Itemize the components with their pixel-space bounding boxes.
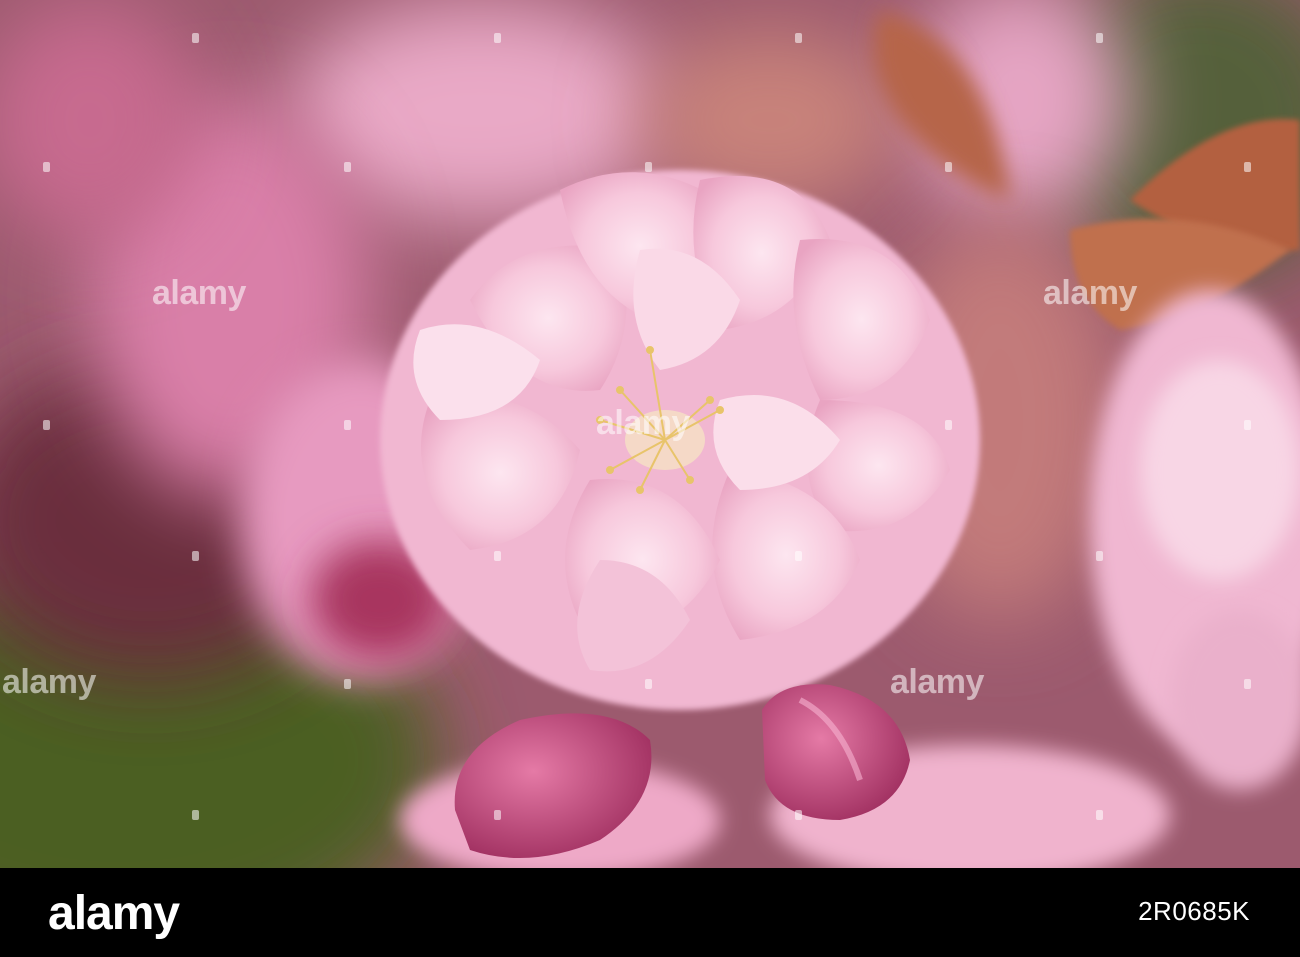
footer-bar: alamy 2R0685K: [0, 868, 1300, 957]
cherry-blossom-photo: [0, 0, 1300, 868]
alamy-logo: alamy: [48, 887, 180, 940]
image-id-label: 2R0685K: [1138, 896, 1250, 926]
